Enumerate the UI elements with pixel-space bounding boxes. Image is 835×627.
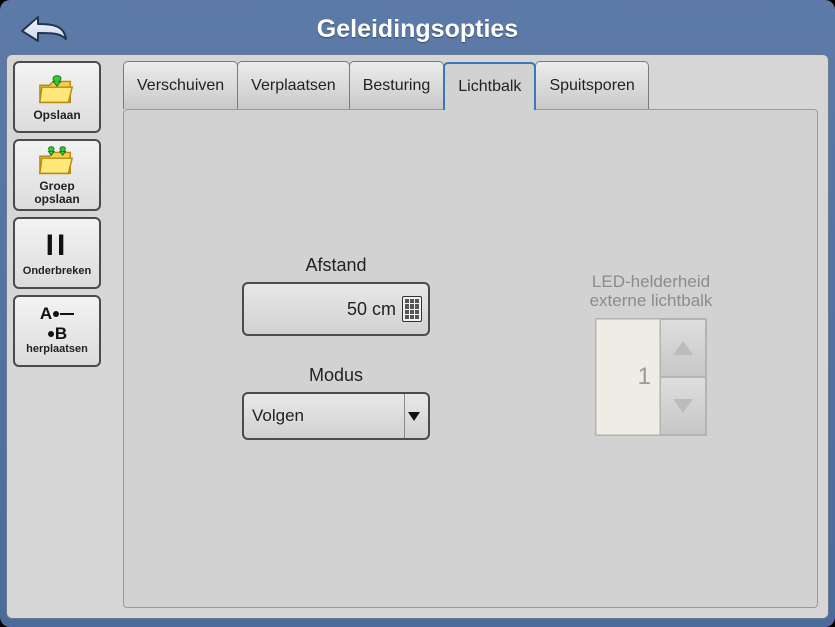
led-increase-button[interactable]	[660, 319, 706, 377]
tab-label: Lichtbalk	[458, 78, 521, 96]
save-group-button[interactable]: Groep opslaan	[13, 139, 101, 211]
afstand-value: 50 cm	[347, 299, 396, 320]
tab-label: Verschuiven	[137, 77, 224, 95]
folder-group-save-icon	[37, 144, 77, 178]
chevron-up-icon	[673, 341, 693, 355]
pause-icon: II	[37, 229, 77, 263]
led-brightness-value: 1	[596, 319, 660, 435]
sidebar-item-label: Groep opslaan	[15, 180, 99, 206]
tab-verplaatsen[interactable]: Verplaatsen	[237, 61, 350, 109]
folder-save-icon	[37, 73, 77, 107]
save-button[interactable]: Opslaan	[13, 61, 101, 133]
tab-label: Besturing	[363, 77, 431, 95]
sidebar-item-label: herplaatsen	[15, 343, 99, 356]
afstand-input[interactable]: 50 cm	[242, 282, 430, 336]
title-bar: Geleidingsopties	[6, 6, 829, 52]
label-line: LED-helderheid	[592, 272, 710, 291]
chevron-down-icon	[404, 394, 422, 438]
modus-label: Modus	[242, 365, 430, 386]
sidebar: Opslaan Groep opslaan II Onderbreken	[13, 61, 113, 367]
chevron-down-icon	[673, 399, 693, 413]
tab-label: Verplaatsen	[251, 77, 336, 95]
modus-selected-value: Volgen	[252, 406, 404, 426]
back-button[interactable]	[16, 11, 72, 47]
label-line: externe lichtbalk	[590, 291, 713, 310]
afstand-label: Afstand	[242, 255, 430, 276]
back-arrow-icon	[16, 11, 72, 47]
led-brightness-group: LED-helderheid externe lichtbalk 1	[556, 272, 746, 436]
tab-strip: Verschuiven Verplaatsen Besturing Lichtb…	[123, 61, 818, 109]
sidebar-item-label: Opslaan	[15, 109, 99, 122]
led-decrease-button[interactable]	[660, 377, 706, 435]
app-window: Geleidingsopties Opslaan	[0, 0, 835, 627]
pause-button[interactable]: II Onderbreken	[13, 217, 101, 289]
sidebar-item-label: Onderbreken	[15, 265, 99, 278]
tab-lichtbalk[interactable]: Lichtbalk	[443, 62, 536, 110]
led-brightness-label: LED-helderheid externe lichtbalk	[556, 272, 746, 310]
page-title: Geleidingsopties	[6, 15, 829, 44]
keypad-icon	[402, 296, 422, 322]
led-brightness-stepper: 1	[595, 318, 707, 436]
tab-container: Verschuiven Verplaatsen Besturing Lichtb…	[123, 61, 818, 608]
client-area: Opslaan Groep opslaan II Onderbreken	[6, 54, 829, 619]
modus-group: Modus Volgen	[242, 365, 430, 440]
tab-verschuiven[interactable]: Verschuiven	[123, 61, 238, 109]
stepper-buttons	[660, 319, 706, 435]
tab-panel-lichtbalk: Afstand 50 cm Modus Volgen	[123, 109, 818, 608]
tab-besturing[interactable]: Besturing	[349, 61, 445, 109]
afstand-group: Afstand 50 cm	[242, 255, 430, 336]
reposition-button[interactable]: AB herplaatsen	[13, 295, 101, 367]
a-to-b-icon: AB	[37, 307, 77, 341]
modus-combobox[interactable]: Volgen	[242, 392, 430, 440]
tab-spuitsporen[interactable]: Spuitsporen	[535, 61, 648, 109]
tab-label: Spuitsporen	[549, 77, 634, 95]
